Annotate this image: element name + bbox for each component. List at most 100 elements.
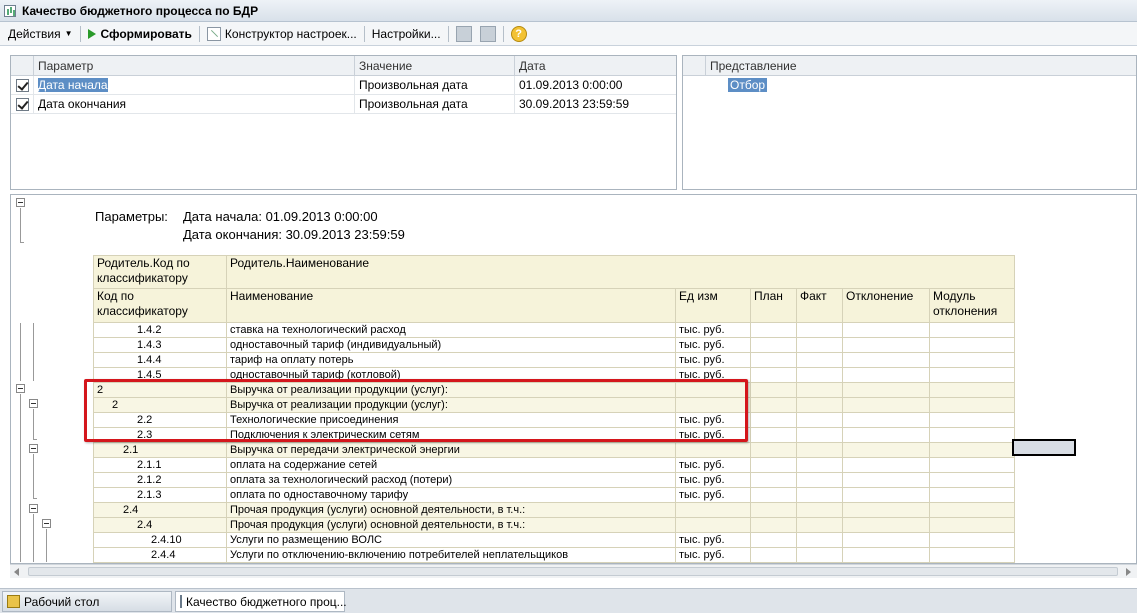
fact-cell[interactable] (796, 547, 843, 563)
deviation-cell[interactable] (842, 487, 930, 503)
value-column-header[interactable]: Значение (355, 56, 515, 75)
load-settings-button[interactable] (452, 24, 476, 44)
unit-cell[interactable]: тыс. руб. (675, 487, 751, 503)
table-row[interactable]: 1.4.5 одноставочный тариф (котловой) тыс. … (93, 367, 1016, 383)
scrollbar-thumb[interactable] (28, 567, 1118, 576)
unit-cell[interactable]: тыс. руб. (675, 322, 751, 338)
table-row[interactable]: 2 Выручка от реализации продукции (услуг)… (93, 397, 1016, 413)
plan-cell[interactable] (750, 487, 797, 503)
deviation-cell[interactable] (842, 322, 930, 338)
unit-cell[interactable] (675, 517, 751, 533)
module-cell[interactable] (928, 397, 1016, 413)
header-module[interactable]: Модуль отклонения (928, 288, 1016, 323)
name-cell[interactable]: оплата по одноставочному тарифу (226, 487, 676, 503)
name-cell[interactable]: Подключения к электрическим сетям (226, 427, 676, 443)
param-date[interactable]: 30.09.2013 23:59:59 (515, 95, 676, 113)
fact-cell[interactable] (796, 397, 843, 413)
code-cell[interactable]: 2.3 (93, 427, 227, 443)
plan-cell[interactable] (750, 397, 797, 413)
header-code[interactable]: Код по классификатору (93, 288, 227, 323)
name-cell[interactable]: Выручка от передачи электрической энерги… (226, 442, 676, 458)
fact-cell[interactable] (796, 502, 843, 518)
selected-cell[interactable] (1012, 439, 1076, 456)
fact-cell[interactable] (796, 472, 843, 488)
plan-cell[interactable] (750, 442, 797, 458)
settings-constructor-button[interactable]: Конструктор настроек... (203, 24, 361, 44)
code-cell[interactable]: 1.4.4 (93, 352, 227, 368)
table-row[interactable]: 2.4 Прочая продукция (услуги) основной де… (93, 517, 1016, 533)
plan-cell[interactable] (750, 427, 797, 443)
unit-cell[interactable] (675, 502, 751, 518)
deviation-cell[interactable] (842, 532, 930, 548)
module-cell[interactable] (928, 517, 1016, 533)
generate-button[interactable]: Сформировать (84, 24, 196, 44)
name-cell[interactable]: Технологические присоединения (226, 412, 676, 428)
table-row[interactable]: 2.1.2 оплата за технологический расход (п… (93, 472, 1016, 488)
presentation-row[interactable]: Отбор (683, 76, 1136, 95)
table-row[interactable]: 2.2 Технологические присоединения тыс. руб… (93, 412, 1016, 428)
fact-cell[interactable] (796, 457, 843, 473)
report-spreadsheet[interactable]: Параметры: Дата начала: 01.09.2013 0:00:… (10, 194, 1137, 564)
collapse-group-icon[interactable] (16, 198, 25, 207)
param-value[interactable]: Произвольная дата (355, 95, 515, 113)
unit-cell[interactable]: тыс. руб. (675, 547, 751, 563)
plan-cell[interactable] (750, 502, 797, 518)
unit-cell[interactable]: тыс. руб. (675, 532, 751, 548)
name-cell[interactable]: одноставочный тариф (котловой) (226, 367, 676, 383)
plan-cell[interactable] (750, 547, 797, 563)
module-cell[interactable] (928, 487, 1016, 503)
deviation-cell[interactable] (842, 442, 930, 458)
code-cell[interactable]: 2.4.10 (93, 532, 227, 548)
taskbar-desktop[interactable]: Рабочий стол (2, 591, 172, 612)
param-checkbox[interactable] (16, 98, 29, 111)
module-cell[interactable] (928, 427, 1016, 443)
fact-cell[interactable] (796, 532, 843, 548)
deviation-cell[interactable] (842, 397, 930, 413)
module-cell[interactable] (928, 412, 1016, 428)
date-column-header[interactable]: Дата (515, 56, 676, 75)
horizontal-scrollbar[interactable] (10, 564, 1137, 578)
module-cell[interactable] (928, 532, 1016, 548)
module-cell[interactable] (928, 547, 1016, 563)
deviation-cell[interactable] (842, 382, 930, 398)
plan-cell[interactable] (750, 457, 797, 473)
name-cell[interactable]: Прочая продукция (услуги) основной деяте… (226, 502, 676, 518)
param-checkbox-cell[interactable] (11, 76, 34, 94)
module-cell[interactable] (928, 457, 1016, 473)
code-cell[interactable]: 1.4.2 (93, 322, 227, 338)
fact-cell[interactable] (796, 487, 843, 503)
plan-cell[interactable] (750, 352, 797, 368)
code-cell[interactable]: 2 (93, 382, 227, 398)
param-value[interactable]: Произвольная дата (355, 76, 515, 94)
param-column-header[interactable]: Параметр (34, 56, 355, 75)
param-checkbox-cell[interactable] (11, 95, 34, 113)
name-cell[interactable]: Услуги по отключению-включению потребите… (226, 547, 676, 563)
module-cell[interactable] (928, 337, 1016, 353)
unit-cell[interactable]: тыс. руб. (675, 472, 751, 488)
module-cell[interactable] (928, 367, 1016, 383)
code-cell[interactable]: 2.1.1 (93, 457, 227, 473)
name-cell[interactable]: Услуги по размещению ВОЛС (226, 532, 676, 548)
param-name-cell[interactable]: Дата начала (34, 76, 355, 94)
presentation-column-header[interactable]: Представление (706, 56, 1136, 75)
deviation-cell[interactable] (842, 457, 930, 473)
code-cell[interactable]: 1.4.3 (93, 337, 227, 353)
header-parent-name[interactable]: Родитель.Наименование (225, 255, 1016, 289)
code-cell[interactable]: 2.4 (93, 517, 227, 533)
param-checkbox[interactable] (16, 79, 29, 92)
code-cell[interactable]: 2.1.2 (93, 472, 227, 488)
table-row[interactable]: 2 Выручка от реализации продукции (услуг)… (93, 382, 1016, 398)
code-cell[interactable]: 2.4 (93, 502, 227, 518)
plan-cell[interactable] (750, 532, 797, 548)
name-cell[interactable]: Выручка от реализации продукции (услуг): (226, 397, 676, 413)
table-row[interactable]: 2.1.1 оплата на содержание сетей тыс. руб. (93, 457, 1016, 473)
table-row[interactable]: 1.4.4 тариф на оплату потерь тыс. руб. (93, 352, 1016, 368)
table-row[interactable]: 1.4.3 одноставочный тариф (индивидуальный… (93, 337, 1016, 353)
module-cell[interactable] (928, 322, 1016, 338)
deviation-cell[interactable] (842, 517, 930, 533)
plan-cell[interactable] (750, 472, 797, 488)
unit-cell[interactable]: тыс. руб. (675, 367, 751, 383)
unit-cell[interactable] (675, 382, 751, 398)
collapse-group-icon[interactable] (29, 444, 38, 453)
code-cell[interactable]: 2.1.3 (93, 487, 227, 503)
